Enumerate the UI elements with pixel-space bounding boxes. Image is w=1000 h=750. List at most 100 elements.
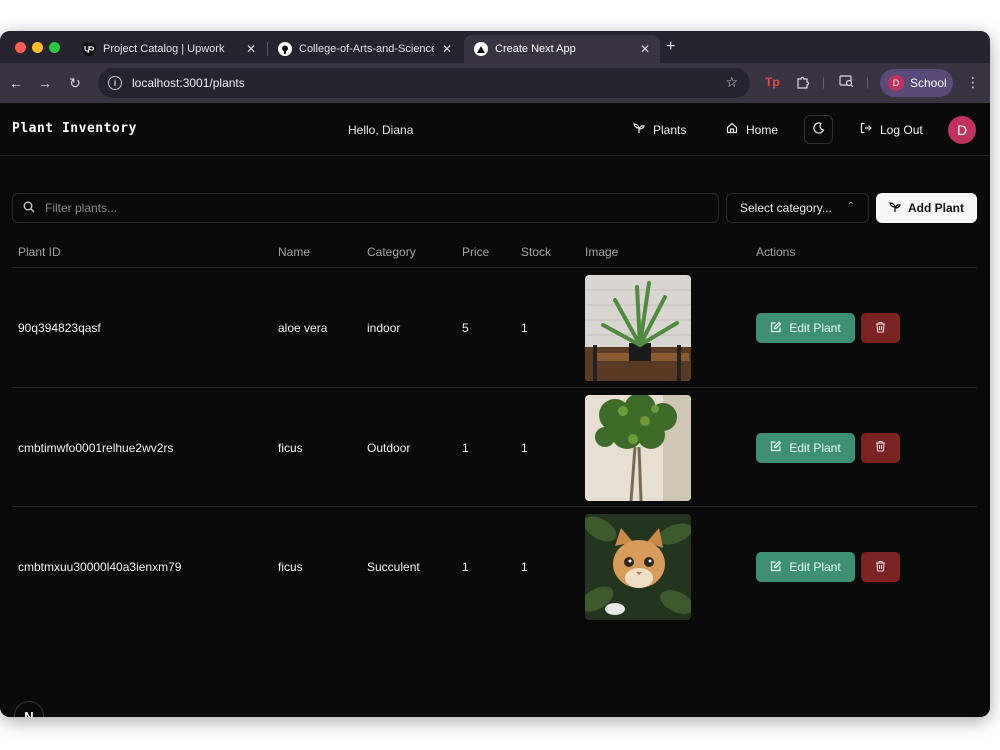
cell-stock: 1 xyxy=(521,321,528,335)
table-row: cmbtimwfo0001relhue2wv2rs ficus Outdoor … xyxy=(12,388,977,507)
delete-plant-button[interactable] xyxy=(861,552,900,582)
browser-menu-icon[interactable]: ⋮ xyxy=(966,74,980,91)
browser-tab-upwork[interactable]: Project Catalog | Upwork ✕ xyxy=(72,35,266,63)
cell-name: aloe vera xyxy=(278,321,328,335)
reload-icon[interactable]: ↻ xyxy=(67,75,83,91)
edit-plant-button[interactable]: Edit Plant xyxy=(756,313,855,343)
table-row: 90q394823qasf aloe vera indoor 5 1 Edit … xyxy=(12,268,977,388)
address-bar[interactable]: i localhost:3001/plants ☆ xyxy=(98,68,750,98)
aloe-vera-photo xyxy=(585,275,691,381)
cell-plant-id: 90q394823qasf xyxy=(18,321,101,335)
sprout-icon xyxy=(889,201,901,216)
plants-table: Plant ID Name Category Price Stock Image… xyxy=(12,235,977,627)
header-actions: Actions xyxy=(756,245,796,259)
close-tab-icon[interactable]: ✕ xyxy=(640,42,650,56)
minimize-window-button[interactable] xyxy=(32,42,43,53)
url-text: localhost:3001/plants xyxy=(132,76,245,90)
cell-stock: 1 xyxy=(521,440,528,455)
nav-home-link[interactable]: Home xyxy=(726,122,778,137)
extensions-puzzle-icon[interactable] xyxy=(796,75,810,92)
logout-icon xyxy=(860,122,872,137)
close-window-button[interactable] xyxy=(15,42,26,53)
tab-title: Project Catalog | Upwork xyxy=(103,43,225,55)
filter-input[interactable] xyxy=(45,201,685,215)
sprout-icon xyxy=(633,122,645,137)
app-brand[interactable]: Plant Inventory xyxy=(12,121,137,136)
nextjs-dev-badge[interactable]: N xyxy=(14,701,44,717)
browser-window: Project Catalog | Upwork ✕ College-of-Ar… xyxy=(0,31,990,717)
new-tab-icon[interactable]: + xyxy=(666,39,675,55)
bookmark-star-icon[interactable]: ☆ xyxy=(725,74,738,91)
cell-category: Succulent xyxy=(367,560,420,574)
header-category: Category xyxy=(367,245,416,259)
add-plant-button[interactable]: Add Plant xyxy=(876,193,977,223)
cell-category: Outdoor xyxy=(367,440,411,455)
profile-avatar: D xyxy=(888,75,904,91)
header-image: Image xyxy=(585,245,619,259)
cell-plant-id: cmbtimwfo0001relhue2wv2rs xyxy=(18,440,174,455)
nextjs-icon xyxy=(474,42,488,56)
tab-title: College-of-Arts-and-Science xyxy=(299,43,434,55)
cell-stock: 1 xyxy=(521,560,528,574)
table-header: Plant ID Name Category Price Stock Image… xyxy=(12,235,977,268)
edit-icon xyxy=(770,321,782,336)
upwork-icon xyxy=(82,42,96,56)
maximize-window-button[interactable] xyxy=(49,42,60,53)
theme-toggle-button[interactable] xyxy=(804,115,833,144)
filter-box[interactable] xyxy=(12,193,719,223)
cell-name: ficus xyxy=(278,560,303,574)
category-select-value: Select category... xyxy=(740,201,832,215)
search-icon xyxy=(23,201,35,216)
category-select[interactable]: Select category... ⌃ xyxy=(726,193,869,223)
edit-plant-label: Edit Plant xyxy=(789,440,841,455)
trash-icon xyxy=(875,321,886,336)
edit-icon xyxy=(770,440,782,455)
trash-icon xyxy=(875,440,886,455)
toolbar-divider: | xyxy=(822,75,826,89)
edit-plant-button[interactable]: Edit Plant xyxy=(756,432,855,463)
home-icon xyxy=(726,122,738,137)
edit-plant-button[interactable]: Edit Plant xyxy=(756,552,855,582)
add-plant-label: Add Plant xyxy=(908,201,964,215)
delete-plant-button[interactable] xyxy=(861,432,900,463)
tab-search-icon[interactable] xyxy=(839,75,854,91)
edit-plant-label: Edit Plant xyxy=(789,321,841,335)
user-avatar[interactable]: D xyxy=(948,116,976,144)
site-info-icon[interactable]: i xyxy=(108,76,122,90)
header-plant-id: Plant ID xyxy=(18,245,61,259)
cell-category: indoor xyxy=(367,321,401,335)
header-price: Price xyxy=(462,245,490,259)
user-greeting: Hello, Diana xyxy=(348,123,414,137)
profile-button[interactable]: D School xyxy=(880,69,953,97)
header-name: Name xyxy=(278,245,311,259)
edit-plant-label: Edit Plant xyxy=(789,560,841,574)
chevron-up-down-icon: ⌃ xyxy=(846,201,855,212)
cell-price: 1 xyxy=(462,560,469,574)
trash-icon xyxy=(875,560,886,575)
logout-link[interactable]: Log Out xyxy=(860,122,923,137)
cell-price: 1 xyxy=(462,440,469,455)
header-stock: Stock xyxy=(521,245,552,259)
tab-strip: Project Catalog | Upwork ✕ College-of-Ar… xyxy=(0,31,990,63)
browser-tab-github[interactable]: College-of-Arts-and-Science ✕ xyxy=(268,35,462,63)
delete-plant-button[interactable] xyxy=(861,313,900,343)
close-tab-icon[interactable]: ✕ xyxy=(442,42,452,56)
ficus-tree-photo xyxy=(585,394,691,501)
cell-price: 5 xyxy=(462,321,469,335)
toolbar-divider: | xyxy=(866,75,870,89)
edit-icon xyxy=(770,560,782,575)
close-tab-icon[interactable]: ✕ xyxy=(246,42,256,56)
browser-tab-next-app[interactable]: Create Next App ✕ xyxy=(464,35,660,63)
cell-plant-id: cmbtmxuu30000l40a3ienxm79 xyxy=(18,560,182,574)
app-page: Plant Inventory Hello, Diana Plants Home xyxy=(0,103,990,717)
browser-toolbar: ← → ↻ i localhost:3001/plants ☆ Tp | | D… xyxy=(0,63,990,103)
forward-icon[interactable]: → xyxy=(37,75,53,91)
extension-tp-icon[interactable]: Tp xyxy=(765,75,780,89)
nav-home-label: Home xyxy=(746,122,779,137)
nav-plants-link[interactable]: Plants xyxy=(633,122,686,137)
back-icon[interactable]: ← xyxy=(8,75,24,91)
table-row: cmbtmxuu30000l40a3ienxm79 ficus Succulen… xyxy=(12,507,977,627)
nav-plants-label: Plants xyxy=(653,122,687,137)
moon-icon xyxy=(812,122,825,137)
app-header: Plant Inventory Hello, Diana Plants Home xyxy=(0,103,990,156)
